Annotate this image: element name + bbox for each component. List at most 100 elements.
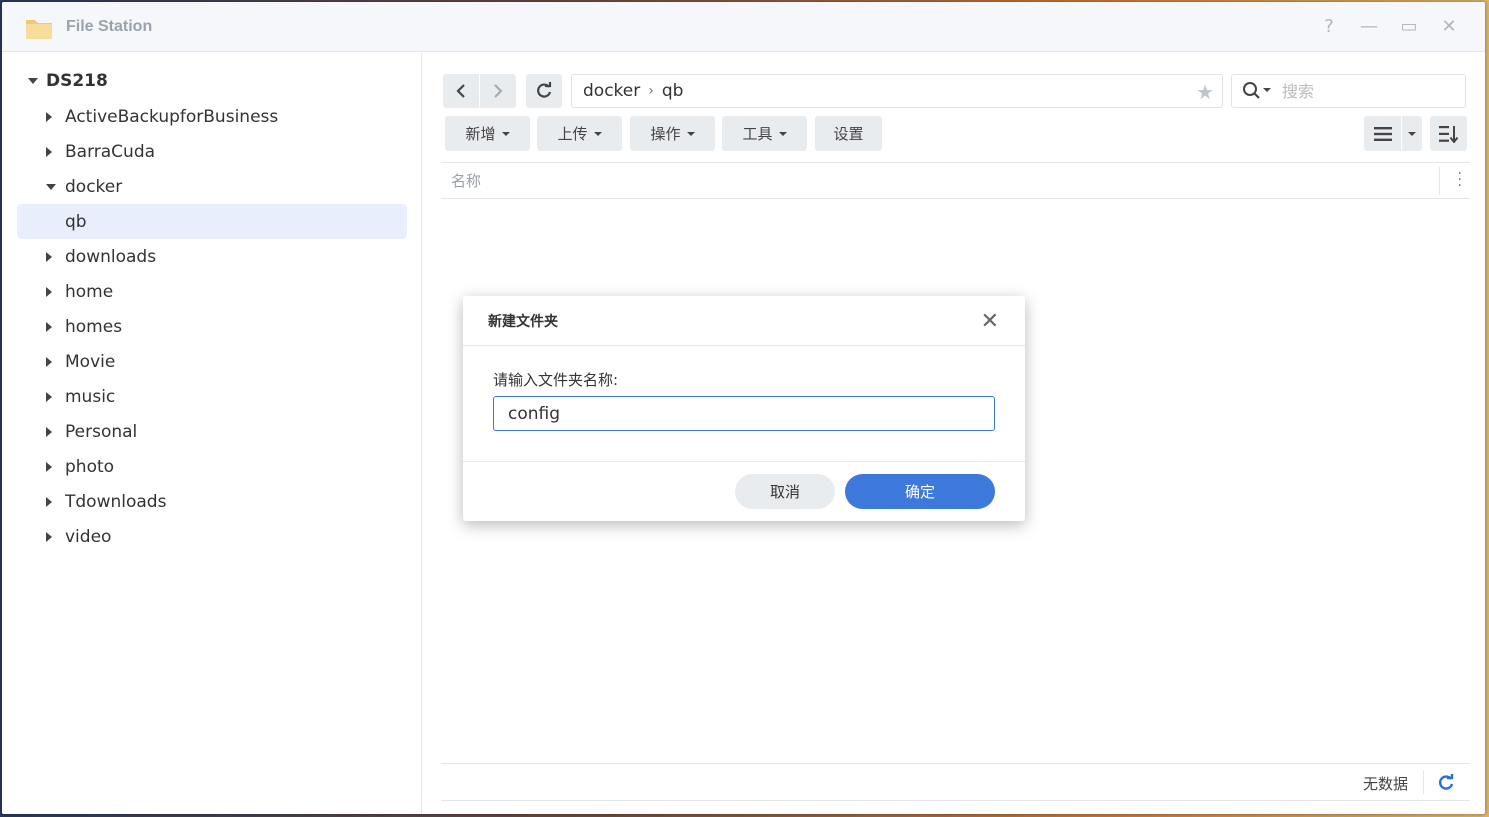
column-menu-icon[interactable]: · · · [1458,167,1462,193]
tree-item-video[interactable]: video [17,519,407,554]
forward-button[interactable] [480,74,516,108]
create-button[interactable]: 新增 [445,116,530,151]
collapsed-caret-icon[interactable] [46,111,52,122]
status-bar: 无数据 [441,763,1470,801]
new-folder-dialog: 新建文件夹 ✕ 请输入文件夹名称: 取消 确定 [463,296,1025,521]
collapsed-caret-icon[interactable] [46,531,52,542]
dropdown-arrow-icon [593,131,602,136]
tree-item-music[interactable]: music [17,379,407,414]
tree-item-movie[interactable]: Movie [17,344,407,379]
path-bar[interactable]: docker › qb ★ [571,74,1223,108]
tree-item-label: downloads [65,246,157,267]
chevron-right-icon [494,84,503,98]
collapsed-caret-icon[interactable] [46,146,52,157]
tree-item-label: qb [65,211,87,232]
maximize-icon[interactable]: ▭ [1399,16,1419,37]
tree-item-homes[interactable]: homes [17,309,407,344]
settings-button[interactable]: 设置 [815,116,882,151]
tree-item-label: music [65,386,116,407]
dialog-divider [463,461,1025,462]
title-bar: File Station ? — ▭ ✕ [2,2,1485,52]
search-input[interactable] [1282,81,1452,101]
dropdown-arrow-icon [686,131,695,136]
cancel-button[interactable]: 取消 [735,474,835,509]
tree-item-barracuda[interactable]: BarraCuda [17,134,407,169]
help-icon[interactable]: ? [1319,16,1339,37]
tree-item-personal[interactable]: Personal [17,414,407,449]
tools-label: 工具 [742,125,773,143]
folder-app-icon [26,20,52,39]
dialog-title: 新建文件夹 [488,313,558,330]
tree-item-tdownloads[interactable]: Tdownloads [17,484,407,519]
search-box[interactable] [1231,74,1466,108]
minimize-icon[interactable]: — [1359,16,1379,37]
collapsed-caret-icon[interactable] [46,321,52,332]
tools-button[interactable]: 工具 [722,116,807,151]
back-button[interactable] [443,74,479,108]
list-view-button[interactable] [1364,116,1401,151]
dialog-header: 新建文件夹 ✕ [463,296,1025,346]
name-column-header[interactable]: 名称 [451,170,481,191]
dropdown-arrow-icon [778,131,787,136]
path-separator-icon: › [648,83,654,99]
tree-item-label: home [65,281,114,302]
search-icon[interactable] [1242,81,1276,101]
path-segment[interactable]: docker [583,81,640,101]
refresh-button[interactable] [526,74,562,108]
settings-label: 设置 [833,125,864,143]
path-segment[interactable]: qb [662,81,684,101]
tree-item-downloads[interactable]: downloads [17,239,407,274]
tree-item-docker[interactable]: docker [17,169,407,204]
tree-item-label: Personal [65,421,138,442]
chevron-left-icon [456,84,465,98]
expanded-caret-icon[interactable] [46,183,56,190]
tree-item-qb[interactable]: qb [17,204,407,239]
collapsed-caret-icon[interactable] [46,391,52,402]
tree-item-activebackupforbusiness[interactable]: ActiveBackupforBusiness [17,99,407,134]
folder-name-input[interactable] [493,396,995,431]
expand-caret-icon[interactable] [28,78,38,84]
tree-item-label: docker [65,176,123,197]
collapsed-caret-icon[interactable] [46,426,52,437]
folder-name-prompt: 请输入文件夹名称: [493,371,619,389]
tree-item-label: BarraCuda [65,141,156,162]
app-title: File Station [66,18,153,35]
tree-item-photo[interactable]: photo [17,449,407,484]
status-divider [1423,770,1424,794]
tree-item-label: homes [65,316,123,337]
upload-label: 上传 [557,125,588,143]
column-divider [1439,167,1440,195]
tree-item-label: video [65,526,112,547]
folder-tree: DS218 ActiveBackupforBusiness BarraCuda … [2,53,422,814]
tree-root-ds218[interactable]: DS218 [28,71,108,91]
view-dropdown-button[interactable] [1402,116,1422,151]
tree-root-label: DS218 [46,71,108,91]
tree-item-label: Movie [65,351,116,372]
refresh-icon [537,82,552,98]
upload-button[interactable]: 上传 [537,116,622,151]
collapsed-caret-icon[interactable] [46,461,52,472]
close-icon[interactable]: ✕ [1439,16,1459,37]
action-label: 操作 [650,125,681,143]
list-view-icon [1373,126,1392,141]
status-text: 无数据 [1362,775,1408,793]
action-button[interactable]: 操作 [630,116,715,151]
sort-icon [1438,125,1458,143]
create-label: 新增 [465,125,496,143]
tree-item-home[interactable]: home [17,274,407,309]
tree-item-label: ActiveBackupforBusiness [65,106,279,127]
tree-item-label: Tdownloads [65,491,167,512]
collapsed-caret-icon[interactable] [46,286,52,297]
collapsed-caret-icon[interactable] [46,356,52,367]
collapsed-caret-icon[interactable] [46,496,52,507]
confirm-button[interactable]: 确定 [845,474,995,509]
dropdown-arrow-icon [1408,131,1416,136]
sort-button[interactable] [1430,116,1467,151]
tree-item-label: photo [65,456,115,477]
favorite-star-icon[interactable]: ★ [1196,80,1214,104]
dropdown-arrow-icon [501,131,510,136]
footer-refresh-icon[interactable] [1437,773,1455,793]
file-list-header: 名称 · · · [441,162,1470,199]
collapsed-caret-icon[interactable] [46,251,52,262]
dialog-close-icon[interactable]: ✕ [981,309,999,334]
